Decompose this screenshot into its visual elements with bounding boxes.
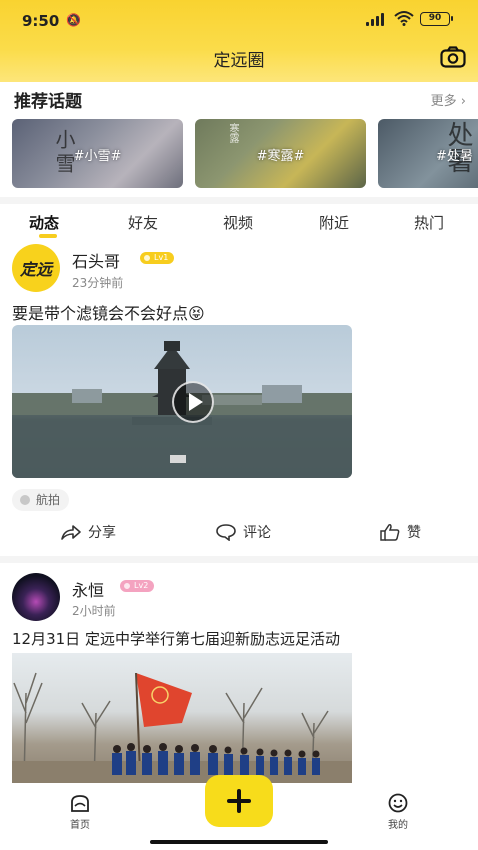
share-icon — [61, 525, 81, 540]
play-icon[interactable] — [172, 381, 214, 423]
status-time: 9:50 — [22, 12, 60, 30]
post-tag[interactable]: 航拍 — [12, 489, 70, 511]
comment-label: 评论 — [243, 525, 271, 541]
topic-card[interactable]: 寒露 #寒露# — [195, 119, 366, 188]
nav-home[interactable]: 首页 — [60, 793, 100, 831]
post-content: 12月31日 定远中学举行第七届迎新励志远足活动 — [12, 630, 340, 648]
topic-card[interactable]: 小雪 #小雪# — [12, 119, 183, 188]
wifi-icon — [394, 11, 414, 26]
avatar-text: 定远 — [19, 260, 52, 279]
share-button[interactable]: 分享 — [60, 522, 116, 542]
tab-hot[interactable]: 热门 — [414, 212, 444, 233]
battery-icon: 90 — [420, 12, 453, 26]
tag-icon — [20, 495, 30, 505]
post-time: 23分钟前 — [72, 276, 124, 290]
avatar[interactable] — [12, 573, 60, 621]
page-title: 定远圈 — [213, 51, 265, 71]
smiley-icon — [388, 793, 408, 813]
level-badge: Lv1 — [140, 252, 175, 264]
status-bar: 9:50 🔕 90 — [0, 0, 478, 40]
post-actions: 分享 评论 赞 — [0, 522, 478, 548]
signal-icon — [366, 12, 384, 26]
home-icon — [71, 795, 89, 812]
topic-label: #小雪# — [73, 149, 122, 164]
topic-label: #寒露# — [256, 149, 305, 164]
post-content: 要是带个滤镜会不会好点😝 — [12, 304, 205, 323]
active-tab-indicator — [39, 234, 57, 238]
tab-video[interactable]: 视频 — [223, 212, 253, 233]
recommend-title: 推荐话题 — [14, 92, 82, 112]
thumbs-up-icon — [380, 524, 400, 541]
nav-mine[interactable]: 我的 — [378, 793, 418, 831]
feed-tabs: 动态 好友 视频 附近 热门 — [0, 208, 478, 238]
divider — [0, 556, 478, 563]
tab-nearby[interactable]: 附近 — [319, 212, 349, 233]
more-link[interactable]: 更多 › — [431, 90, 466, 109]
topic-carousel[interactable]: 小雪 #小雪# 寒露 #寒露# 处暑 #处暑 — [12, 119, 478, 189]
level-badge: Lv2 — [120, 580, 155, 592]
nav-mine-label: 我的 — [388, 820, 408, 831]
home-indicator — [150, 840, 328, 844]
avatar[interactable]: 定远 — [12, 244, 60, 292]
add-post-button[interactable] — [205, 775, 273, 827]
topic-deco-text: 寒露 — [227, 123, 238, 143]
app-header: 9:50 🔕 90 定远圈 — [0, 0, 478, 82]
like-button[interactable]: 赞 — [379, 522, 421, 542]
like-label: 赞 — [407, 525, 421, 541]
post-time: 2小时前 — [72, 604, 116, 618]
topic-label: #处暑 — [436, 149, 473, 164]
post-username[interactable]: 永恒 — [72, 577, 104, 601]
post-photo[interactable] — [12, 653, 352, 783]
tab-dynamic[interactable]: 动态 — [29, 212, 59, 233]
camera-icon[interactable] — [440, 46, 466, 68]
mute-icon: 🔕 — [66, 13, 81, 27]
tab-friends[interactable]: 好友 — [128, 212, 158, 233]
post-video[interactable] — [12, 325, 352, 478]
photo-image — [12, 672, 352, 783]
topic-card[interactable]: 处暑 #处暑 — [378, 119, 478, 188]
nav-home-label: 首页 — [70, 820, 90, 831]
post-username[interactable]: 石头哥 — [72, 248, 120, 272]
share-label: 分享 — [88, 525, 116, 541]
comment-button[interactable]: 评论 — [215, 522, 271, 542]
divider — [0, 197, 478, 204]
comment-icon — [216, 524, 236, 541]
